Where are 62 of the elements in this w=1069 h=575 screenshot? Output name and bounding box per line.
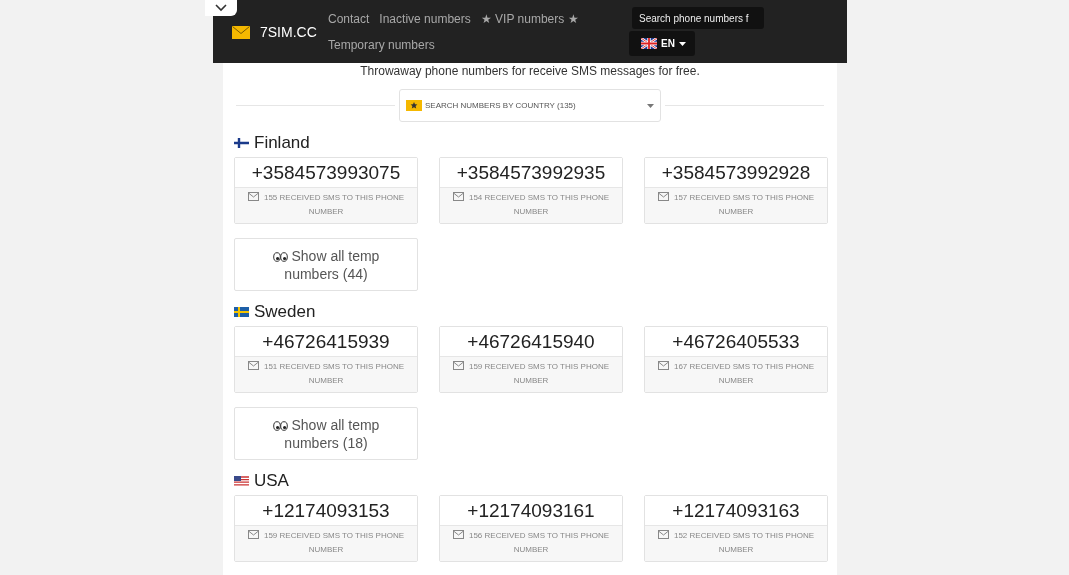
language-dropdown[interactable]: EN xyxy=(629,31,695,56)
flag-icon xyxy=(641,38,657,49)
nav-link[interactable]: Temporary numbers xyxy=(328,37,435,53)
sms-count-text: 156 RECEIVED SMS TO THIS PHONE NUMBER xyxy=(468,531,609,554)
collapse-tab[interactable] xyxy=(205,0,237,16)
phone-number-card[interactable]: +12174093161 156 RECEIVED SMS TO THIS PHONE NUMBER xyxy=(439,495,623,562)
phone-number: +3584573992935 xyxy=(440,158,622,188)
site-logo-link[interactable]: 7SIM.CC xyxy=(260,24,317,40)
phone-number: +46726405533 xyxy=(645,327,827,357)
envelope-icon xyxy=(247,530,259,539)
envelope-icon xyxy=(657,192,669,201)
envelope-icon xyxy=(452,361,464,370)
phone-number: +12174093161 xyxy=(440,496,622,526)
phone-number: +46726415939 xyxy=(235,327,417,357)
phone-number-card[interactable]: +46726415939 151 RECEIVED SMS TO THIS PHONE NUMBER xyxy=(234,326,418,393)
sms-count-text: 154 RECEIVED SMS TO THIS PHONE NUMBER xyxy=(468,193,609,216)
envelope-icon xyxy=(247,361,259,370)
flag-icon xyxy=(234,138,249,148)
sms-count-text: 159 RECEIVED SMS TO THIS PHONE NUMBER xyxy=(468,362,609,385)
show-all-button[interactable]: Show all temp numbers (44) xyxy=(234,238,418,291)
sms-count-text: 167 RECEIVED SMS TO THIS PHONE NUMBER xyxy=(673,362,814,385)
nav-link[interactable]: ★ VIP numbers ★ xyxy=(480,11,579,27)
nav-link[interactable]: Inactive numbers xyxy=(379,11,471,27)
phone-number-card[interactable]: +46726415940 159 RECEIVED SMS TO THIS PHONE NUMBER xyxy=(439,326,623,393)
eyes-icon xyxy=(272,251,288,262)
caret-icon xyxy=(647,103,654,108)
sms-count-text: 157 RECEIVED SMS TO THIS PHONE NUMBER xyxy=(673,193,814,216)
envelope-icon xyxy=(452,192,464,201)
star-flag-icon xyxy=(406,100,422,111)
envelope-icon xyxy=(452,530,464,539)
phone-number-card[interactable]: +3584573992928 157 RECEIVED SMS TO THIS PHONE NUMBER xyxy=(644,157,828,224)
country-heading: USA xyxy=(254,471,289,491)
phone-number: +46726415940 xyxy=(440,327,622,357)
envelope-icon xyxy=(657,530,669,539)
phone-number-card[interactable]: +12174093153 159 RECEIVED SMS TO THIS PHONE NUMBER xyxy=(234,495,418,562)
eyes-icon xyxy=(272,420,288,431)
flag-icon xyxy=(234,476,249,486)
country-heading: Sweden xyxy=(254,302,316,322)
phone-number: +12174093163 xyxy=(645,496,827,526)
phone-number: +12174093153 xyxy=(235,496,417,526)
sms-count-text: 152 RECEIVED SMS TO THIS PHONE NUMBER xyxy=(673,531,814,554)
phone-number-card[interactable]: +12174093163 152 RECEIVED SMS TO THIS PHONE NUMBER xyxy=(644,495,828,562)
phone-number: +3584573993075 xyxy=(235,158,417,188)
phone-number-card[interactable]: +3584573993075 155 RECEIVED SMS TO THIS PHONE NUMBER xyxy=(234,157,418,224)
country-select[interactable]: SEARCH NUMBERS BY COUNTRY (135) xyxy=(399,89,661,122)
sms-count-text: 159 RECEIVED SMS TO THIS PHONE NUMBER xyxy=(263,531,404,554)
envelope-icon xyxy=(657,361,669,370)
phone-number-card[interactable]: +3584573992935 154 RECEIVED SMS TO THIS PHONE NUMBER xyxy=(439,157,623,224)
flag-icon xyxy=(234,307,249,317)
phone-number: +3584573992928 xyxy=(645,158,827,188)
country-heading: Finland xyxy=(254,133,310,153)
envelope-icon xyxy=(247,192,259,201)
nav-link[interactable]: Contact xyxy=(328,11,370,27)
phone-number-card[interactable]: +46726405533 167 RECEIVED SMS TO THIS PHONE NUMBER xyxy=(644,326,828,393)
search-field[interactable]: Search phone numbers f xyxy=(632,7,764,29)
sms-count-text: 151 RECEIVED SMS TO THIS PHONE NUMBER xyxy=(263,362,404,385)
show-all-button[interactable]: Show all temp numbers (18) xyxy=(234,407,418,460)
sms-count-text: 155 RECEIVED SMS TO THIS PHONE NUMBER xyxy=(263,193,404,216)
envelope-icon xyxy=(232,25,250,39)
caret-icon xyxy=(678,41,686,46)
tagline-text: Throwaway phone numbers for receive SMS messages for free. xyxy=(359,63,701,78)
chevron-down-icon xyxy=(215,4,227,12)
